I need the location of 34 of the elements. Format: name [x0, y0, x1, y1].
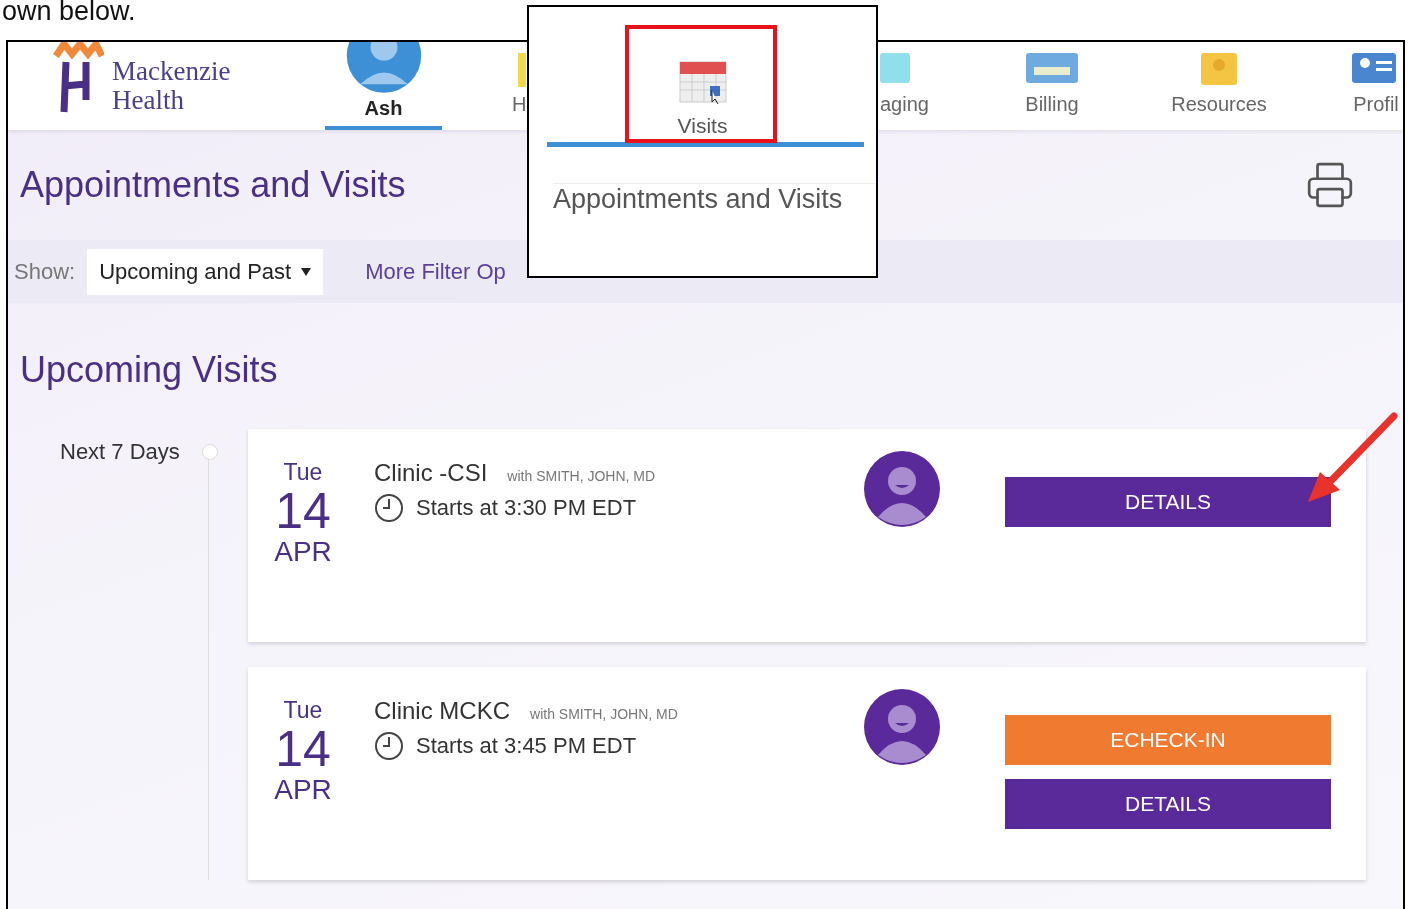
visits-tab[interactable]: Visits [677, 114, 728, 138]
visit-day: 14 [275, 486, 331, 536]
nav-tab[interactable]: Ash [325, 42, 442, 130]
details-button[interactable]: DETAILS [1005, 477, 1331, 527]
start-time: Starts at 3:45 PM EDT [416, 733, 637, 759]
show-label: Show: [14, 258, 76, 285]
logo-text: Mackenzie Health [112, 57, 231, 115]
provider-name: with SMITH, JOHN, MD [507, 468, 656, 484]
caret-icon [301, 267, 312, 276]
visit-weekday: Tue [283, 459, 323, 486]
nav-tab[interactable]: H [512, 42, 526, 130]
print-icon[interactable] [1305, 160, 1355, 210]
show-dropdown[interactable]: Upcoming and Past [87, 248, 324, 295]
document-text: own below. [1, 0, 137, 28]
more-filter-link[interactable]: More Filter Op [365, 258, 506, 285]
callout-heading: Appointments and Visits [553, 183, 876, 215]
clock-icon [374, 731, 404, 761]
provider-name: with SMITH, JOHN, MD [530, 706, 678, 722]
nav-tab[interactable]: Resources [1154, 42, 1284, 130]
section-title: Upcoming Visits [20, 349, 279, 391]
nav-tab[interactable]: Profil [1348, 42, 1403, 130]
visit-month: APR [274, 536, 332, 568]
visit-day: 14 [275, 724, 331, 774]
start-time: Starts at 3:30 PM EDT [416, 495, 637, 521]
page-title: Appointments and Visits [20, 164, 406, 206]
nav-tab[interactable]: Billing [1002, 42, 1102, 130]
details-button[interactable]: DETAILS [1005, 779, 1331, 829]
clinic-name: Clinic MCKC [374, 697, 510, 725]
visit-weekday: Tue [283, 697, 323, 724]
timeline-label: Next 7 Days [60, 439, 180, 466]
visit-month: APR [274, 774, 332, 806]
nav-tab[interactable]: aging [880, 42, 940, 130]
clock-icon [374, 493, 404, 523]
clinic-name: Clinic -CSI [374, 459, 488, 487]
